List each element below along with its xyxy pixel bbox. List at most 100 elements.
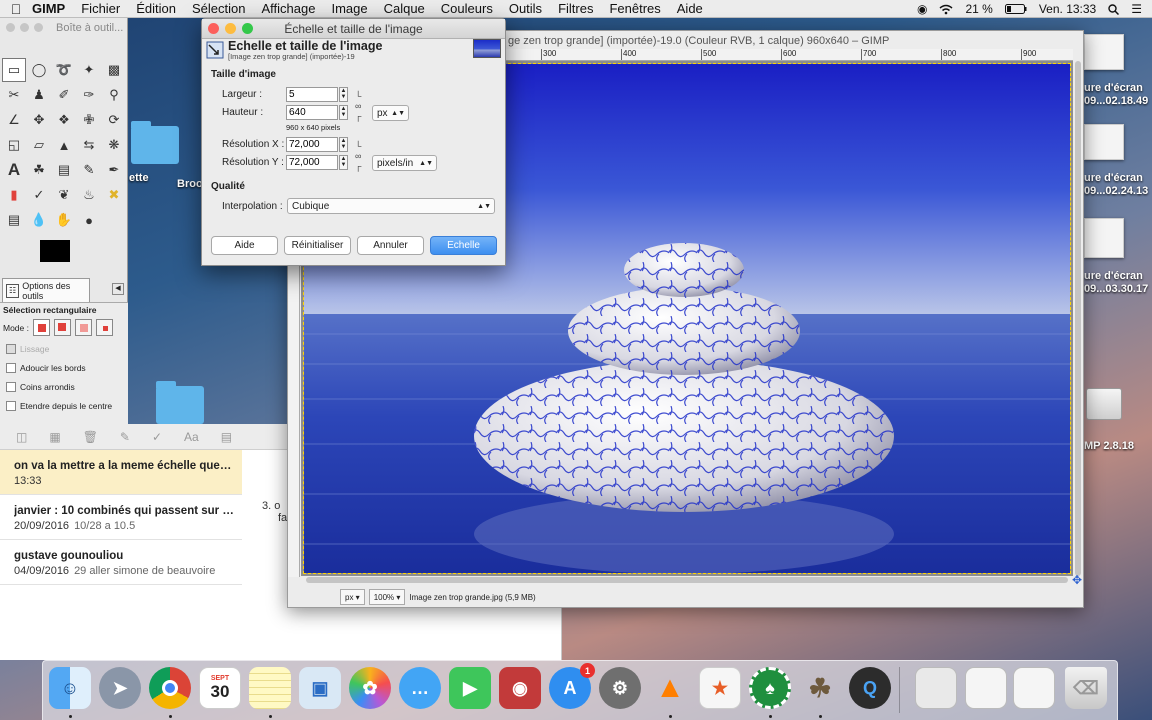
rect-select-tool-icon[interactable]: ▭ [2, 58, 26, 82]
desktop-label[interactable]: ure d'écran [1084, 270, 1143, 282]
resolution-y-input[interactable] [286, 155, 338, 170]
sidebar-toggle-icon[interactable]: ◫ [16, 430, 27, 444]
vertical-scrollbar[interactable] [1075, 61, 1081, 576]
align-tool-icon[interactable]: ❖ [52, 108, 76, 132]
pencil-tool-icon[interactable]: ✎ [77, 158, 101, 182]
poker-app-icon[interactable]: ★ [699, 667, 741, 709]
notification-center-icon[interactable]: ☰ [1131, 2, 1142, 16]
perspective-clone-tool-icon[interactable]: ▤ [2, 208, 26, 232]
menu-affichage[interactable]: Affichage [261, 1, 315, 16]
wifi-icon[interactable] [939, 4, 953, 15]
disk-image-icon[interactable] [1086, 388, 1122, 420]
help-button[interactable]: Aide [211, 236, 278, 255]
menu-edition[interactable]: Édition [136, 1, 176, 16]
crop-tool-icon[interactable]: ✙ [77, 108, 101, 132]
clone-tool-icon[interactable]: ♨ [77, 183, 101, 207]
interpolation-select[interactable]: Cubique ▲▼ [287, 198, 495, 214]
zoom-tool-icon[interactable]: ⚲ [102, 83, 126, 107]
rounded-corners-checkbox[interactable] [6, 382, 16, 392]
unit-select[interactable]: px ▾ [340, 589, 365, 605]
expand-center-checkbox[interactable] [6, 401, 16, 411]
airbrush-tool-icon[interactable]: ✓ [27, 183, 51, 207]
navigate-icon[interactable]: ✥ [1072, 573, 1082, 587]
app-store-icon[interactable]: A 1 [549, 663, 595, 709]
menu-fenetres[interactable]: Fenêtres [609, 1, 660, 16]
menu-filtres[interactable]: Filtres [558, 1, 593, 16]
minimize-icon[interactable] [225, 23, 236, 34]
scissors-tool-icon[interactable]: ✂ [2, 83, 26, 107]
resolution-unit-select[interactable]: pixels/in ▲▼ [372, 155, 437, 171]
trash-icon[interactable]: ⌫ [1065, 667, 1107, 709]
desktop-label[interactable]: MP 2.8.18 [1084, 440, 1134, 452]
paths-tool-icon[interactable]: ✐ [52, 83, 76, 107]
ink-tool-icon[interactable]: ❦ [52, 183, 76, 207]
resolution-x-stepper[interactable]: ▲ ▼ [339, 137, 348, 152]
resolution-chain-icon[interactable]: └ ∞ ┌ [355, 141, 365, 171]
scale-tool-icon[interactable]: ◱ [2, 133, 26, 157]
menubar-clock[interactable]: Ven. 13:33 [1039, 2, 1096, 16]
menu-outils[interactable]: Outils [509, 1, 542, 16]
resolution-x-input[interactable] [286, 137, 338, 152]
record-icon[interactable]: ◉ [917, 2, 927, 16]
foreground-select-tool-icon[interactable]: ♟ [27, 83, 51, 107]
free-select-tool-icon[interactable]: ➰ [52, 58, 76, 82]
app-menu[interactable]: GIMP [32, 1, 65, 16]
menu-selection[interactable]: Sélection [192, 1, 245, 16]
vlc-icon[interactable]: ▲ [649, 667, 691, 709]
move-tool-icon[interactable]: ✥ [27, 108, 51, 132]
format-icon[interactable]: Aa [184, 430, 199, 444]
feather-checkbox[interactable] [6, 363, 16, 373]
pokerstars-icon[interactable]: ♠ [749, 667, 791, 709]
text-tool-icon[interactable]: A [2, 158, 26, 182]
smudge-tool-icon[interactable]: ✋ [52, 208, 76, 232]
mode-intersect-button[interactable] [96, 319, 113, 336]
screenshot-stack-icon[interactable] [965, 667, 1007, 709]
zoom-icon[interactable] [242, 23, 253, 34]
finder-icon[interactable]: ☺ [49, 667, 91, 709]
desktop-label[interactable]: ure d'écran [1084, 82, 1143, 94]
checklist-icon[interactable]: ✓ [152, 430, 162, 444]
screenshot-thumbnail[interactable] [1084, 218, 1124, 258]
calendar-icon[interactable]: SEPT 30 [199, 667, 241, 709]
menu-aide[interactable]: Aide [677, 1, 703, 16]
photos-icon[interactable]: ✿ [349, 667, 391, 709]
ellipse-select-tool-icon[interactable]: ◯ [27, 58, 51, 82]
foreground-color[interactable] [40, 240, 70, 262]
screenshot-thumbnail[interactable] [1084, 34, 1124, 70]
width-stepper[interactable]: ▲ ▼ [339, 87, 348, 102]
documents-stack-icon[interactable] [1013, 667, 1055, 709]
scale-button[interactable]: Echelle [430, 236, 497, 255]
size-unit-select[interactable]: px ▲▼ [372, 105, 409, 121]
height-stepper[interactable]: ▲ ▼ [339, 105, 348, 120]
desktop-label[interactable]: ette [129, 172, 149, 184]
blur-tool-icon[interactable]: 💧 [27, 208, 51, 232]
horizontal-scrollbar[interactable] [306, 577, 1068, 583]
shear-tool-icon[interactable]: ▱ [27, 133, 51, 157]
perspective-tool-icon[interactable]: ▲ [52, 133, 76, 157]
desktop-label[interactable]: 09...03.30.17 [1084, 283, 1148, 295]
reset-button[interactable]: Réinitialiser [284, 236, 351, 255]
menu-fichier[interactable]: Fichier [81, 1, 120, 16]
downloads-stack-icon[interactable] [915, 667, 957, 709]
cancel-button[interactable]: Annuler [357, 236, 424, 255]
close-icon[interactable] [208, 23, 219, 34]
gimp-icon[interactable]: ☘ [799, 667, 841, 709]
screenshot-thumbnail[interactable] [1084, 124, 1124, 160]
spotlight-icon[interactable] [1108, 3, 1120, 15]
height-input[interactable] [286, 105, 338, 120]
eraser-tool-icon[interactable]: ▮ [2, 183, 26, 207]
desktop-label[interactable]: 09...02.18.49 [1084, 95, 1148, 107]
width-input[interactable] [286, 87, 338, 102]
folder-icon[interactable] [131, 121, 179, 164]
mode-subtract-button[interactable] [75, 319, 92, 336]
paintbrush-tool-icon[interactable]: ✒ [102, 158, 126, 182]
battery-icon[interactable] [1004, 4, 1027, 14]
apple-menu-icon[interactable]:  [0, 1, 32, 17]
tab-menu-icon[interactable]: ◀ [112, 283, 124, 295]
note-editor[interactable]: 3. o fa [262, 500, 287, 524]
chrome-icon[interactable] [149, 667, 191, 709]
desktop-label[interactable]: ure d'écran [1084, 172, 1143, 184]
table-icon[interactable]: ▤ [221, 430, 232, 444]
desktop-label[interactable]: 09...02.24.13 [1084, 185, 1148, 197]
dodge-burn-tool-icon[interactable]: ● [77, 208, 101, 232]
